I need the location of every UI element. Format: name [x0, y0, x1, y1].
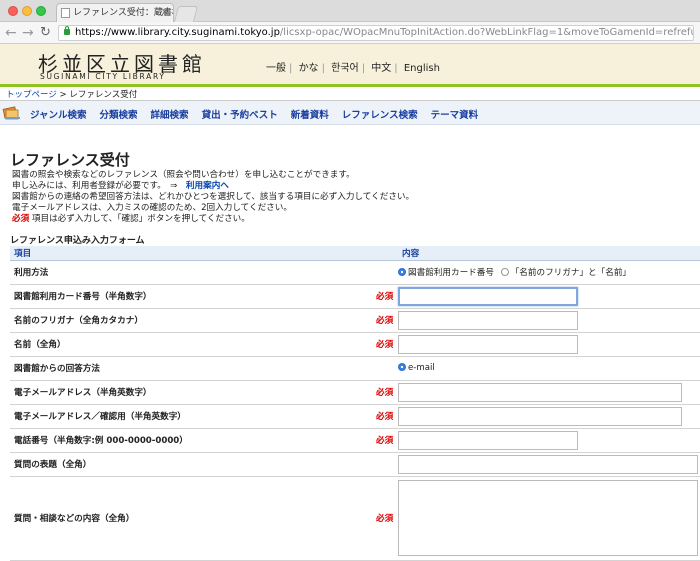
field-label: 質問・相談などの内容（全角）	[10, 476, 376, 561]
menu-lending-ranking[interactable]: 貸出・予約ベスト	[202, 110, 278, 121]
intro-line: 申し込みには、利用者登録が必要です。 ⇒	[12, 181, 186, 191]
required-marker: 必須	[12, 214, 30, 224]
column-header-content: 内容	[398, 246, 700, 261]
table-row: 名前（全角） 必須	[10, 332, 700, 357]
breadcrumb-separator: >	[56, 90, 70, 100]
menu-reference-search[interactable]: レファレンス検索	[342, 110, 418, 121]
name-input[interactable]	[398, 334, 578, 354]
question-subject-input[interactable]	[398, 454, 698, 474]
menu-classification-search[interactable]: 分類検索	[100, 110, 138, 121]
required-marker: 必須	[376, 332, 398, 357]
required-marker: 必須	[376, 476, 398, 561]
field-label: 名前のフリガナ（全角カタカナ）	[10, 308, 376, 333]
table-row: 電話番号（半角数字:例 000-0000-0000） 必須	[10, 428, 700, 453]
radio-label[interactable]: 図書館利用カード番号	[408, 268, 494, 278]
window-close-button[interactable]	[8, 6, 18, 16]
new-tab-button[interactable]	[173, 6, 199, 22]
radio-label[interactable]: 「名前のフリガナ」と「名前」	[511, 268, 631, 278]
intro-line: 図書の照会や検索などのレファレンス（照会や問い合わせ）を申し込むことができます。	[12, 170, 355, 180]
books-icon	[2, 106, 20, 120]
field-label: 利用方法	[10, 260, 376, 285]
field-label: 電子メールアドレス／確認用（半角英数字）	[10, 404, 376, 429]
search-menu-bar: ジャンル検索 分類検索 詳細検索 貸出・予約ベスト 新着資料 レファレンス検索 テーマ資料	[0, 101, 700, 125]
table-header-row: 項目 内容	[10, 246, 700, 261]
card-number-input[interactable]	[398, 286, 578, 306]
window-zoom-button[interactable]	[36, 6, 46, 16]
question-content-textarea[interactable]	[398, 480, 698, 556]
field-label: 図書館利用カード番号（半角数字）	[10, 284, 376, 309]
required-marker: 必須	[376, 428, 398, 453]
breadcrumb-home-link[interactable]: トップページ	[6, 90, 57, 100]
back-arrow-icon[interactable]: ←	[5, 25, 17, 41]
intro-line: 項目は必ず入力して、「確認」ボタンを押してください。	[29, 214, 250, 224]
field-label: 図書館からの回答方法	[10, 356, 376, 381]
address-bar[interactable]: https://www.library.city.suginami.tokyo.…	[58, 25, 694, 41]
email-input[interactable]	[398, 382, 682, 402]
required-marker: 必須	[376, 404, 398, 429]
required-marker: 必須	[376, 284, 398, 309]
language-switcher: 一般 | かな | 한국어 | 中文 | English	[266, 63, 440, 74]
menu-new-arrivals[interactable]: 新着資料	[291, 110, 329, 121]
reference-form-table: 項目 内容 利用方法 図書館利用カード番号 「名前のフリガナ」と「名前」 図書館…	[10, 246, 700, 561]
header-divider	[0, 84, 700, 87]
window-minimize-button[interactable]	[22, 6, 32, 16]
column-header-item: 項目	[10, 246, 398, 261]
lang-kana-link[interactable]: かな	[299, 63, 319, 74]
address-toolbar: ← → ↻ https://www.library.city.suginami.…	[0, 22, 700, 44]
url-path: /licsxp-opac/WOpacMnuTopInitAction.do?We…	[279, 27, 694, 38]
email-confirm-input[interactable]	[398, 406, 682, 426]
menu-detailed-search[interactable]: 詳細検索	[151, 110, 189, 121]
table-row: 質問の表題（全角）	[10, 452, 700, 477]
lang-english-link[interactable]: English	[404, 63, 440, 74]
table-row: 質問・相談などの内容（全角） 必須	[10, 476, 700, 561]
field-label: 電子メールアドレス（半角英数字）	[10, 380, 376, 405]
radio-label[interactable]: e-mail	[408, 363, 435, 373]
lang-korean-link[interactable]: 한국어	[331, 63, 359, 74]
name-kana-input[interactable]	[398, 310, 578, 330]
field-label: 質問の表題（全角）	[10, 452, 376, 477]
table-row: 図書館からの回答方法 e-mail	[10, 356, 700, 381]
forward-arrow-icon[interactable]: →	[22, 25, 34, 41]
reply-email-radio[interactable]	[398, 363, 406, 371]
browser-tab-bar: レファレンス受付：蔵書検索：... ×	[0, 0, 700, 22]
required-marker: 必須	[376, 308, 398, 333]
menu-genre-search[interactable]: ジャンル検索	[30, 110, 87, 121]
table-row: 利用方法 図書館利用カード番号 「名前のフリガナ」と「名前」	[10, 260, 700, 285]
tab-close-icon[interactable]: ×	[161, 4, 169, 22]
usage-name-radio[interactable]	[500, 268, 509, 276]
form-title: レファレンス申込み入力フォーム	[10, 236, 145, 246]
table-row: 名前のフリガナ（全角カタカナ） 必須	[10, 308, 700, 333]
required-marker: 必須	[376, 380, 398, 405]
menu-theme-materials[interactable]: テーマ資料	[431, 110, 479, 121]
browser-tab[interactable]: レファレンス受付：蔵書検索：... ×	[56, 3, 174, 22]
lang-chinese-link[interactable]: 中文	[371, 63, 391, 74]
breadcrumb: トップページ > レファレンス受付	[6, 88, 137, 100]
tab-title: レファレンス受付：蔵書検索：...	[73, 8, 173, 18]
page-title: レファレンス受付	[10, 151, 130, 169]
intro-text: 図書の照会や検索などのレファレンス（照会や問い合わせ）を申し込むことができます。…	[12, 170, 414, 225]
table-row: 電子メールアドレス（半角英数字） 必須	[10, 380, 700, 405]
usage-guide-link[interactable]: 利用案内へ	[186, 181, 229, 191]
lang-general-link[interactable]: 一般	[266, 63, 286, 74]
field-label: 電話番号（半角数字:例 000-0000-0000）	[10, 428, 376, 453]
breadcrumb-current: レファレンス受付	[69, 90, 138, 100]
page-icon	[61, 8, 70, 18]
field-label: 名前（全角）	[10, 332, 376, 357]
usage-card-radio[interactable]	[398, 268, 406, 276]
intro-line: 電子メールアドレスは、入力ミスの確認のため、2回入力してください。	[12, 203, 292, 213]
site-header: 杉並区立図書館 SUGINAMI CITY LIBRARY 一般 | かな | 한국…	[0, 44, 700, 84]
reload-icon[interactable]: ↻	[40, 25, 51, 41]
table-row: 電子メールアドレス／確認用（半角英数字） 必須	[10, 404, 700, 429]
url-host: https://www.library.city.suginami.tokyo.…	[75, 27, 280, 38]
phone-input[interactable]	[398, 430, 578, 450]
site-logo-english: SUGINAMI CITY LIBRARY	[40, 72, 166, 81]
table-row: 図書館利用カード番号（半角数字） 必須	[10, 284, 700, 309]
lock-icon	[64, 26, 70, 35]
intro-line: 図書館からの連絡の希望回答方法は、どれかひとつを選択して、該当する項目に必ず入力…	[12, 192, 415, 202]
